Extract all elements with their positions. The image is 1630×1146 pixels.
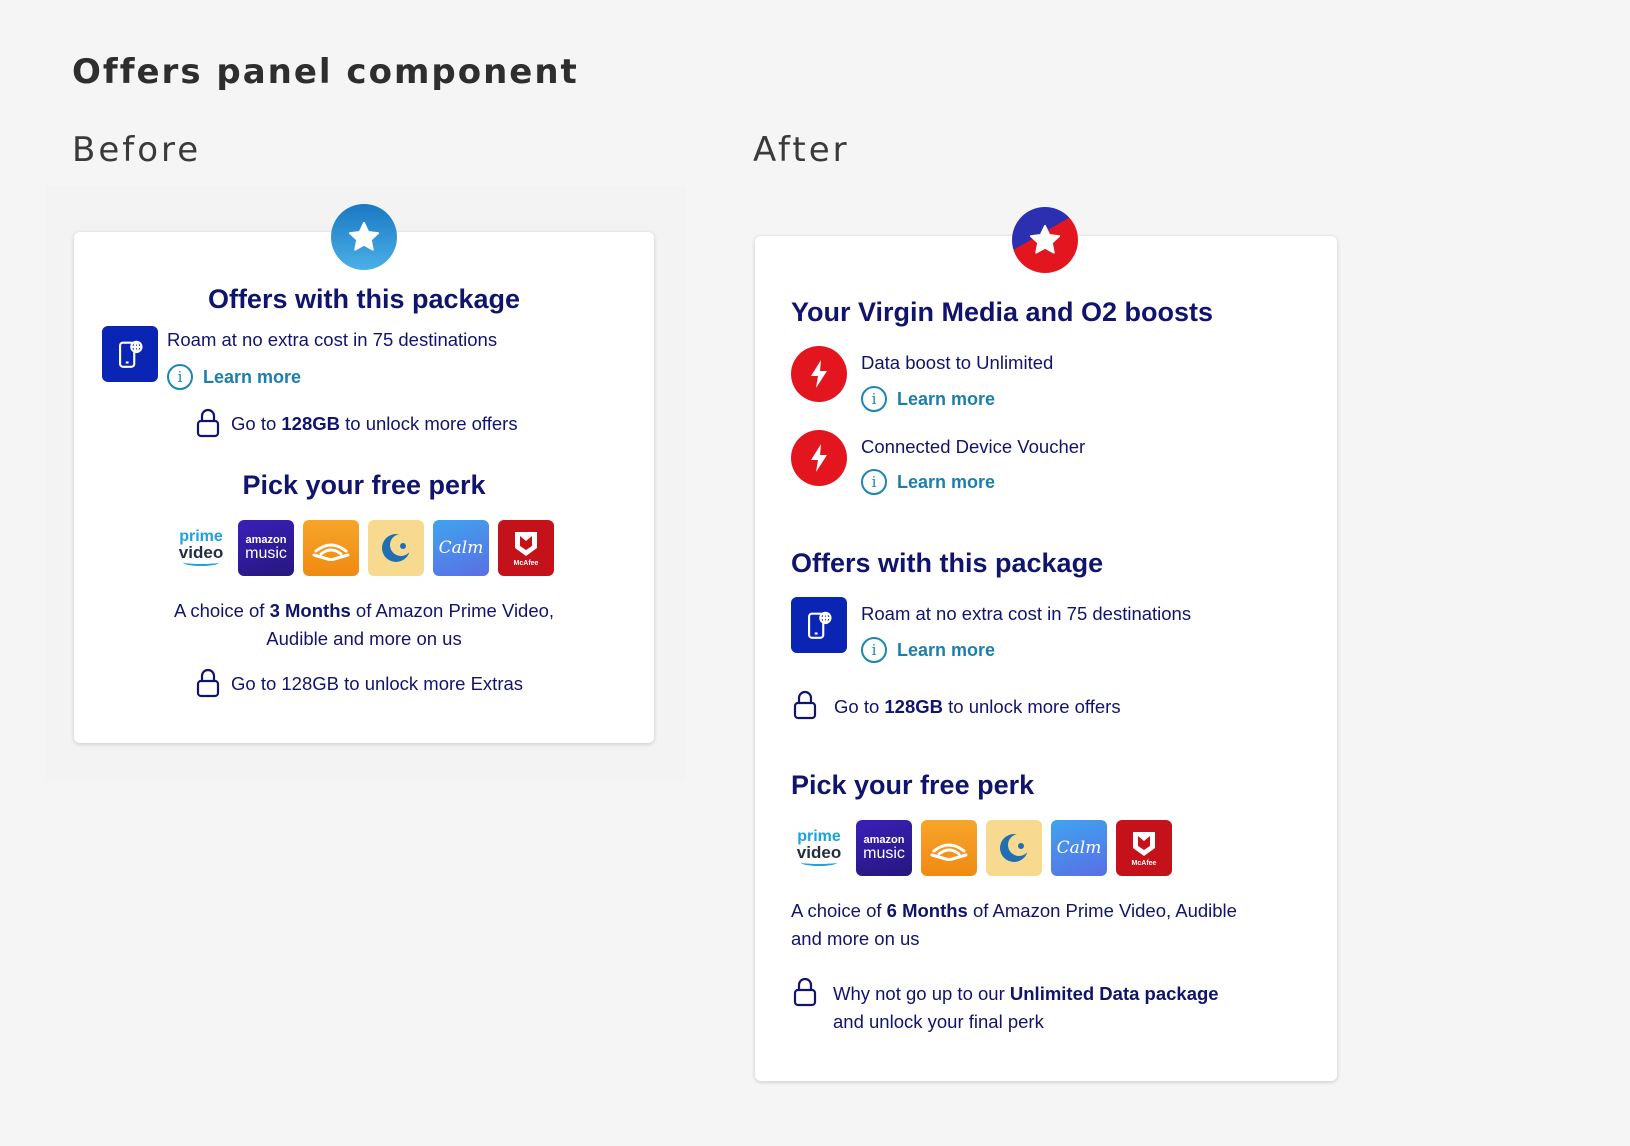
before-label: Before bbox=[72, 130, 202, 170]
calm-icon[interactable]: Calm bbox=[433, 520, 489, 576]
boost-bolt-icon bbox=[791, 346, 847, 402]
lock-icon bbox=[196, 408, 220, 438]
audible-icon[interactable] bbox=[921, 820, 977, 876]
learn-more-label: Learn more bbox=[897, 471, 996, 492]
info-icon: i bbox=[167, 364, 193, 390]
star-badge-icon bbox=[1012, 207, 1078, 273]
lock-icon bbox=[793, 977, 817, 1007]
after-boost1-text: Data boost to Unlimited bbox=[861, 352, 1054, 373]
after-perk-desc-line2: and more on us bbox=[791, 928, 920, 949]
after-perk-desc-line1: A choice of 6 Months of Amazon Prime Vid… bbox=[791, 900, 1237, 921]
mcafee-icon[interactable]: McAfee bbox=[498, 520, 554, 576]
boost-bolt-icon bbox=[791, 430, 847, 486]
page-title: Offers panel component bbox=[72, 52, 579, 92]
prime-video-icon[interactable]: prime video bbox=[791, 820, 847, 876]
calm-icon[interactable]: Calm bbox=[1051, 820, 1107, 876]
before-perk-heading: Pick your free perk bbox=[242, 470, 486, 500]
mcafee-icon[interactable]: McAfee bbox=[1116, 820, 1172, 876]
before-perk-desc-line1: A choice of 3 Months of Amazon Prime Vid… bbox=[173, 600, 555, 621]
after-unlock-offers: Go to 128GB to unlock more offers bbox=[834, 696, 1121, 717]
amazon-music-icon[interactable]: amazon music bbox=[238, 520, 294, 576]
before-unlock-extras: Go to 128GB to unlock more Extras bbox=[231, 673, 524, 694]
star-badge-icon bbox=[331, 204, 397, 270]
amazon-music-icon[interactable]: amazon music bbox=[856, 820, 912, 876]
lock-icon bbox=[196, 668, 220, 698]
calm-sleep-icon[interactable] bbox=[368, 520, 424, 576]
before-offers-heading: Offers with this package bbox=[207, 284, 521, 314]
after-offers-heading: Offers with this package bbox=[791, 548, 1104, 578]
after-boost2-learn-more-link[interactable]: i Learn more bbox=[861, 469, 995, 495]
roaming-phone-icon bbox=[102, 326, 158, 382]
learn-more-label: Learn more bbox=[897, 388, 996, 409]
lock-icon bbox=[793, 690, 817, 720]
before-perk-icons: prime video amazon music Calm McAfee bbox=[173, 520, 554, 576]
before-roam-text: Roam at no extra cost in 75 destinations bbox=[167, 329, 498, 350]
before-unlock-offers: Go to 128GB to unlock more offers bbox=[231, 413, 518, 434]
audible-icon[interactable] bbox=[303, 520, 359, 576]
after-perk-icons: prime video amazon music Calm McAfee bbox=[791, 820, 1172, 876]
roaming-phone-icon bbox=[791, 597, 847, 653]
after-perk-heading: Pick your free perk bbox=[791, 770, 1035, 800]
after-boost2-text: Connected Device Voucher bbox=[861, 436, 1086, 457]
prime-video-icon[interactable]: prime video bbox=[173, 520, 229, 576]
after-boosts-heading: Your Virgin Media and O2 boosts bbox=[791, 297, 1214, 327]
after-label: After bbox=[753, 130, 850, 170]
before-perk-desc-line2: Audible and more on us bbox=[266, 628, 462, 649]
after-boost1-learn-more-link[interactable]: i Learn more bbox=[861, 386, 995, 412]
learn-more-label: Learn more bbox=[897, 639, 996, 660]
after-roam-text: Roam at no extra cost in 75 destinations bbox=[861, 603, 1192, 624]
info-icon: i bbox=[861, 386, 887, 412]
learn-more-label: Learn more bbox=[203, 366, 302, 387]
after-roam-learn-more-link[interactable]: i Learn more bbox=[861, 637, 995, 663]
after-upgrade-line1: Why not go up to our Unlimited Data pack… bbox=[833, 983, 1219, 1004]
calm-sleep-icon[interactable] bbox=[986, 820, 1042, 876]
after-upgrade-line2: and unlock your final perk bbox=[833, 1011, 1044, 1032]
before-learn-more-link[interactable]: i Learn more bbox=[167, 364, 301, 390]
info-icon: i bbox=[861, 469, 887, 495]
info-icon: i bbox=[861, 637, 887, 663]
